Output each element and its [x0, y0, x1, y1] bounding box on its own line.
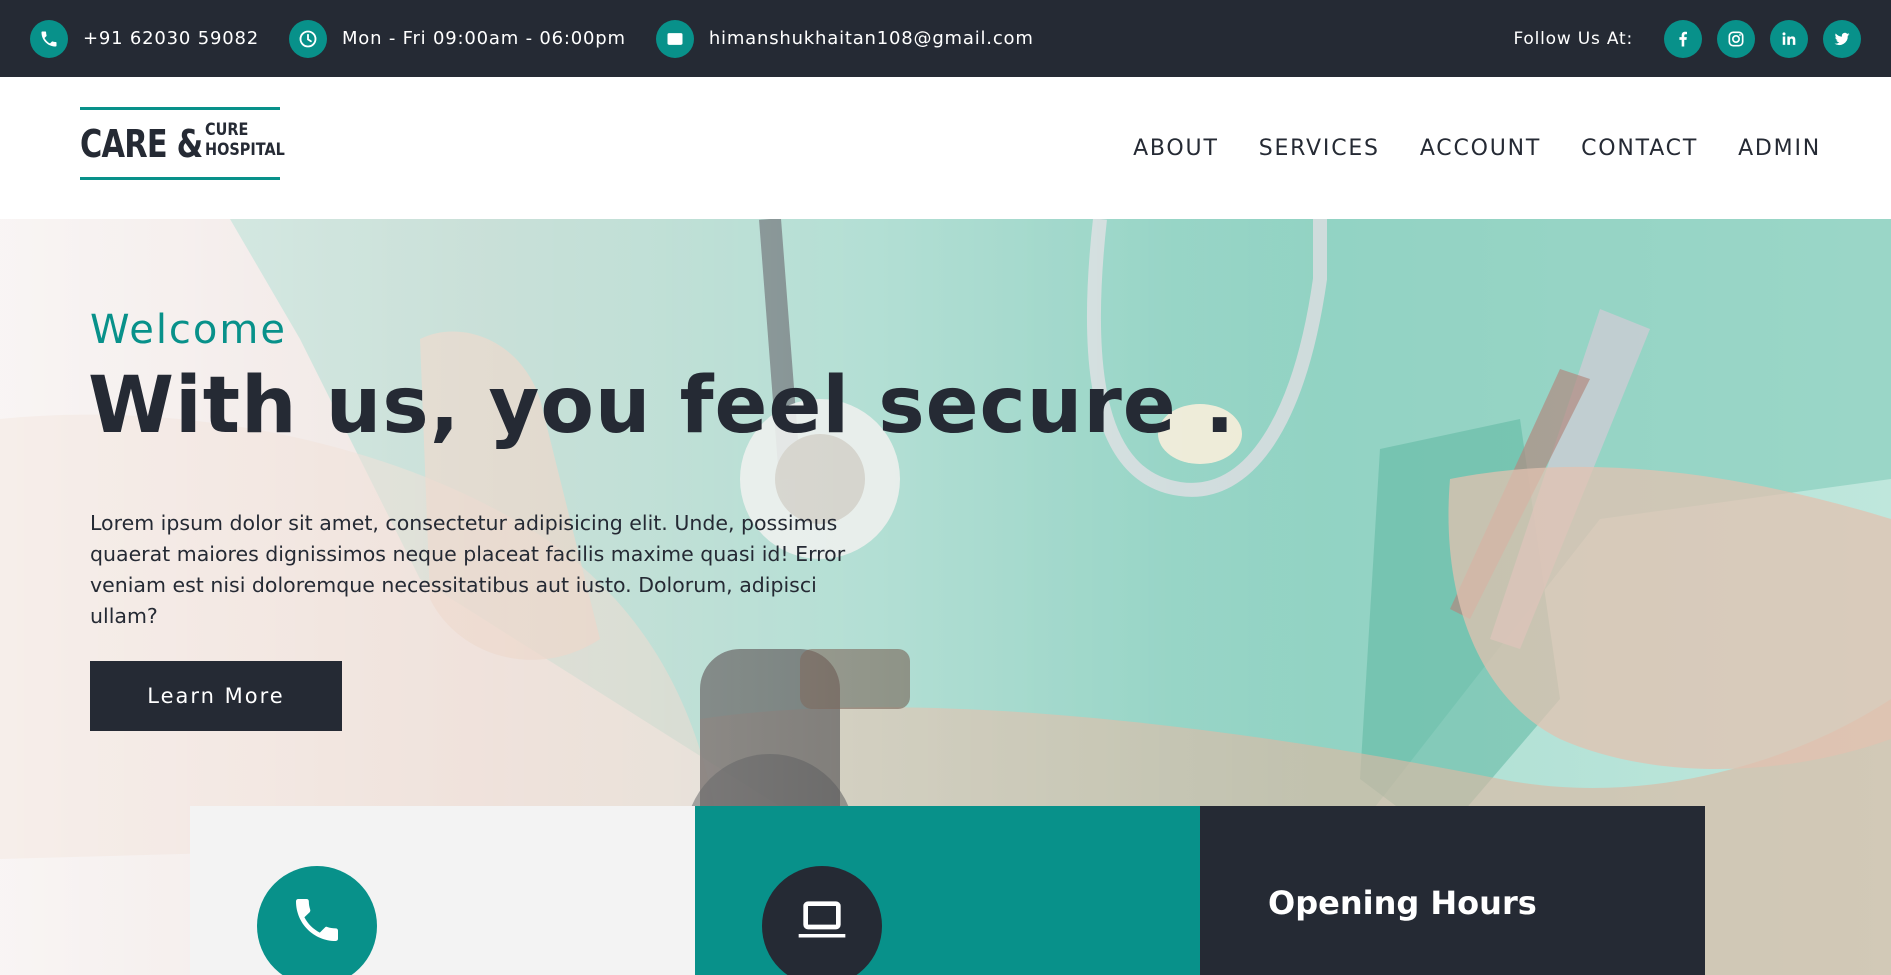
email-address[interactable]: himanshukhaitan108@gmail.com: [709, 28, 1034, 49]
contact-phone: +91 62030 59082: [30, 19, 259, 58]
phone-icon: [30, 19, 68, 58]
logo-main-text: CARE &: [80, 121, 203, 166]
logo-sub-line2: HOSPITAL: [205, 140, 285, 160]
phone-icon: [257, 866, 377, 975]
nav-admin[interactable]: ADMIN: [1738, 136, 1821, 161]
follow-label: Follow Us At:: [1513, 28, 1633, 49]
learn-more-button[interactable]: Learn More: [90, 661, 342, 731]
nav-about[interactable]: ABOUT: [1133, 136, 1219, 161]
twitter-icon[interactable]: [1823, 19, 1861, 58]
phone-number: +91 62030 59082: [83, 28, 259, 49]
hospital-logo[interactable]: CARE & CURE HOSPITAL: [80, 107, 285, 180]
hero-description: Lorem ipsum dolor sit amet, consectetur …: [90, 511, 846, 628]
instagram-icon[interactable]: [1717, 19, 1755, 58]
linkedin-icon[interactable]: [1770, 19, 1808, 58]
office-hours: Mon - Fri 09:00am - 06:00pm: [341, 28, 626, 49]
opening-hours-card: Opening Hours: [1200, 806, 1705, 975]
logo-sub-line1: CURE: [205, 120, 249, 140]
clock-icon: [288, 19, 327, 58]
laptop-icon: [762, 866, 882, 975]
facebook-icon[interactable]: [1664, 19, 1702, 58]
hero-welcome: Welcome: [90, 307, 287, 353]
hero-headline: With us, you feel secure .: [88, 361, 1236, 451]
contact-email: himanshukhaitan108@gmail.com: [655, 19, 1034, 58]
nav-services[interactable]: SERVICES: [1259, 136, 1380, 161]
logo-sub-text: CURE HOSPITAL: [205, 120, 285, 160]
nav-contact[interactable]: CONTACT: [1581, 136, 1698, 161]
feature-cards: Opening Hours: [190, 806, 1705, 975]
envelope-icon: [655, 19, 694, 58]
main-nav: ABOUT SERVICES ACCOUNT CONTACT ADMIN: [1093, 77, 1821, 219]
nav-account[interactable]: ACCOUNT: [1420, 136, 1541, 161]
social-links: Follow Us At:: [1513, 19, 1861, 58]
opening-hours-title: Opening Hours: [1268, 884, 1537, 922]
online-card[interactable]: [695, 806, 1200, 975]
call-card[interactable]: [190, 806, 695, 975]
top-bar: +91 62030 59082 Mon - Fri 09:00am - 06:0…: [0, 0, 1891, 77]
contact-hours: Mon - Fri 09:00am - 06:00pm: [288, 19, 626, 58]
main-header: CARE & CURE HOSPITAL ABOUT SERVICES ACCO…: [0, 77, 1891, 219]
